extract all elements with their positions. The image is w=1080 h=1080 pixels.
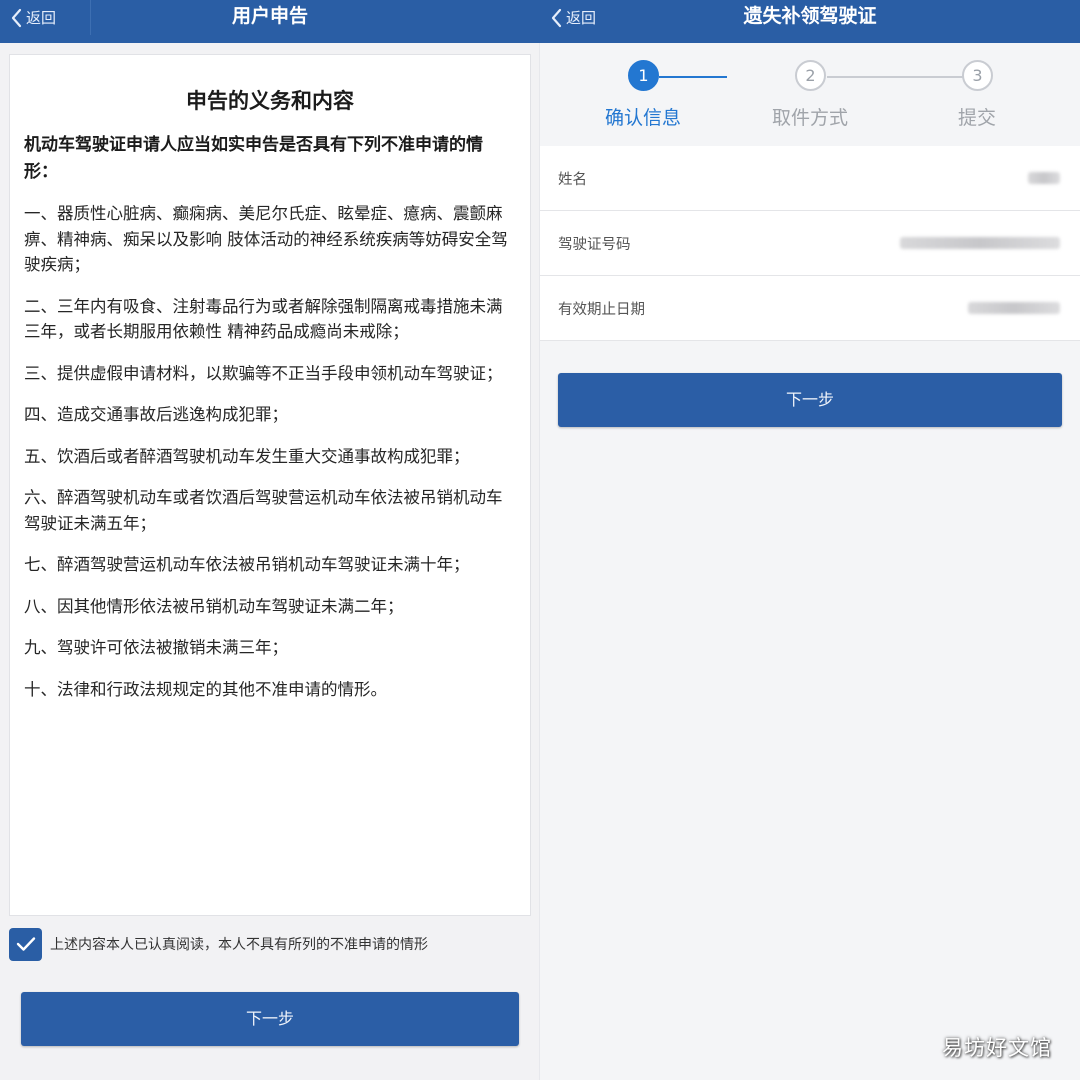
checkmark-icon (16, 937, 35, 951)
back-button[interactable]: 返回 (10, 0, 56, 35)
progress-steps: 1 2 3 确认信息 取件方式 提交 (540, 43, 1080, 145)
name-value-redacted (1028, 172, 1060, 184)
right-header: 返回 遗失补领驾驶证 (540, 0, 1080, 43)
step-3-label: 提交 (957, 107, 996, 129)
step-connector (659, 76, 727, 78)
license-number-row: 驾驶证号码 (540, 211, 1080, 276)
page-title: 遗失补领驾驶证 (743, 5, 877, 27)
name-label: 姓名 (558, 171, 587, 188)
declaration-item: 十、法律和行政法规规定的其他不准申请的情形。 (24, 679, 387, 699)
back-button[interactable]: 返回 (550, 0, 596, 35)
step-3-indicator: 3 (962, 60, 993, 91)
declaration-lead: 机动车驾驶证申请人应当如实申告是否具有下列不准申请的情形： (24, 135, 483, 182)
name-row: 姓名 (540, 146, 1080, 211)
header-divider (90, 0, 91, 35)
declaration-item: 四、造成交通事故后逃逸构成犯罪； (24, 405, 288, 424)
agreement-checkbox[interactable] (9, 927, 42, 961)
step-2-label: 取件方式 (771, 107, 848, 129)
next-step-button[interactable]: 下一步 (21, 992, 519, 1046)
step-2-indicator: 2 (795, 60, 826, 91)
agreement-text: 上述内容本人已认真阅读，本人不具有所列的不准申请的情形 (50, 937, 428, 953)
declaration-item: 九、驾驶许可依法被撤销未满三年； (24, 638, 288, 657)
step-1-label: 确认信息 (604, 107, 681, 129)
agreement-row: 上述内容本人已认真阅读，本人不具有所列的不准申请的情形 (9, 925, 531, 963)
declaration-item: 三、提供虚假申请材料，以欺骗等不正当手段申领机动车驾驶证； (24, 363, 503, 383)
screenshot-root: 返回 用户申告 申告的义务和内容 机动车驾驶证申请人应当如实申告是否具有下列不准… (0, 0, 1080, 1080)
left-header: 返回 用户申告 (0, 0, 540, 43)
back-label: 返回 (26, 9, 57, 27)
expiry-date-row: 有效期止日期 (540, 276, 1080, 341)
replacement-license-screen: 返回 遗失补领驾驶证 1 2 3 确认信息 取件方式 提交 姓名 驾驶证号码 有… (540, 0, 1080, 1080)
expiry-date-value-redacted (968, 302, 1060, 314)
expiry-date-label: 有效期止日期 (558, 301, 645, 318)
back-label: 返回 (566, 9, 597, 27)
license-number-label: 驾驶证号码 (558, 236, 631, 253)
declaration-item: 二、三年内有吸食、注射毒品行为或者解除强制隔离戒毒措施未满三年，或者长期服用依赖… (24, 296, 503, 342)
watermark: 易坊好文馆 (942, 1036, 1052, 1060)
license-number-value-redacted (900, 237, 1060, 249)
declaration-item: 五、饮酒后或者醉酒驾驶机动车发生重大交通事故构成犯罪； (24, 446, 470, 466)
declaration-screen: 返回 用户申告 申告的义务和内容 机动车驾驶证申请人应当如实申告是否具有下列不准… (0, 0, 540, 1080)
chevron-left-icon (551, 8, 562, 27)
declaration-item: 六、醉酒驾驶机动车或者饮酒后驾驶营运机动车依法被吊销机动车驾驶证未满五年； (24, 488, 503, 533)
declaration-item: 一、器质性心脏病、癫痫病、美尼尔氏症、眩晕症、癔病、震颤麻痹、精神病、痴呆以及影… (24, 204, 508, 274)
next-step-button[interactable]: 下一步 (558, 373, 1062, 427)
declaration-title: 申告的义务和内容 (186, 89, 354, 113)
declaration-item: 八、因其他情形依法被吊销机动车驾驶证未满二年； (24, 596, 404, 616)
page-title: 用户申告 (231, 5, 308, 27)
step-connector (827, 76, 963, 78)
step-1-indicator: 1 (628, 60, 659, 91)
declaration-list: 一、器质性心脏病、癫痫病、美尼尔氏症、眩晕症、癔病、震颤麻痹、精神病、痴呆以及影… (24, 201, 518, 718)
declaration-card[interactable]: 申告的义务和内容 机动车驾驶证申请人应当如实申告是否具有下列不准申请的情形： 一… (9, 54, 531, 916)
panel-seam (539, 43, 540, 1080)
declaration-item: 七、醉酒驾驶营运机动车依法被吊销机动车驾驶证未满十年； (24, 555, 470, 574)
chevron-left-icon (11, 8, 22, 27)
info-form: 姓名 驾驶证号码 有效期止日期 (540, 146, 1080, 341)
